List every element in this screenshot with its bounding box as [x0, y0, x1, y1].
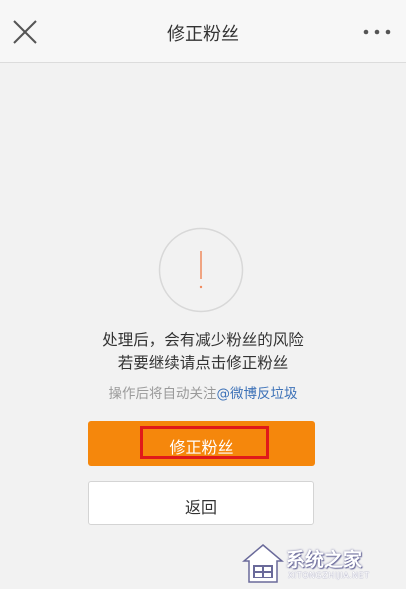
more-icon[interactable] [362, 24, 392, 40]
back-button[interactable]: 返回 [88, 481, 314, 525]
exclamation-circle-icon [158, 227, 244, 313]
watermark-text: 系统之家 [286, 549, 363, 571]
house-logo-icon [242, 544, 284, 583]
follow-note: 操作后将自动关注@微博反垃圾 [0, 382, 406, 402]
anti-spam-link[interactable]: @微博反垃圾 [217, 386, 298, 402]
follow-note-text: 操作后将自动关注 [108, 386, 217, 402]
site-watermark: 系统之家 XITONGZHIJIA.NET [236, 538, 406, 589]
nav-bar: 修正粉丝 [0, 0, 406, 63]
fix-followers-button-label: 修正粉丝 [169, 438, 234, 457]
back-button-label: 返回 [184, 498, 217, 517]
warning-message-line1: 处理后，会有减少粉丝的风险 [102, 331, 304, 349]
warning-message-line2: 若要继续请点击修正粉丝 [117, 354, 289, 372]
fix-followers-button[interactable]: 修正粉丝 [88, 421, 315, 466]
watermark-subtext: XITONGZHIJIA.NET [288, 571, 370, 580]
page-title: 修正粉丝 [167, 24, 239, 45]
